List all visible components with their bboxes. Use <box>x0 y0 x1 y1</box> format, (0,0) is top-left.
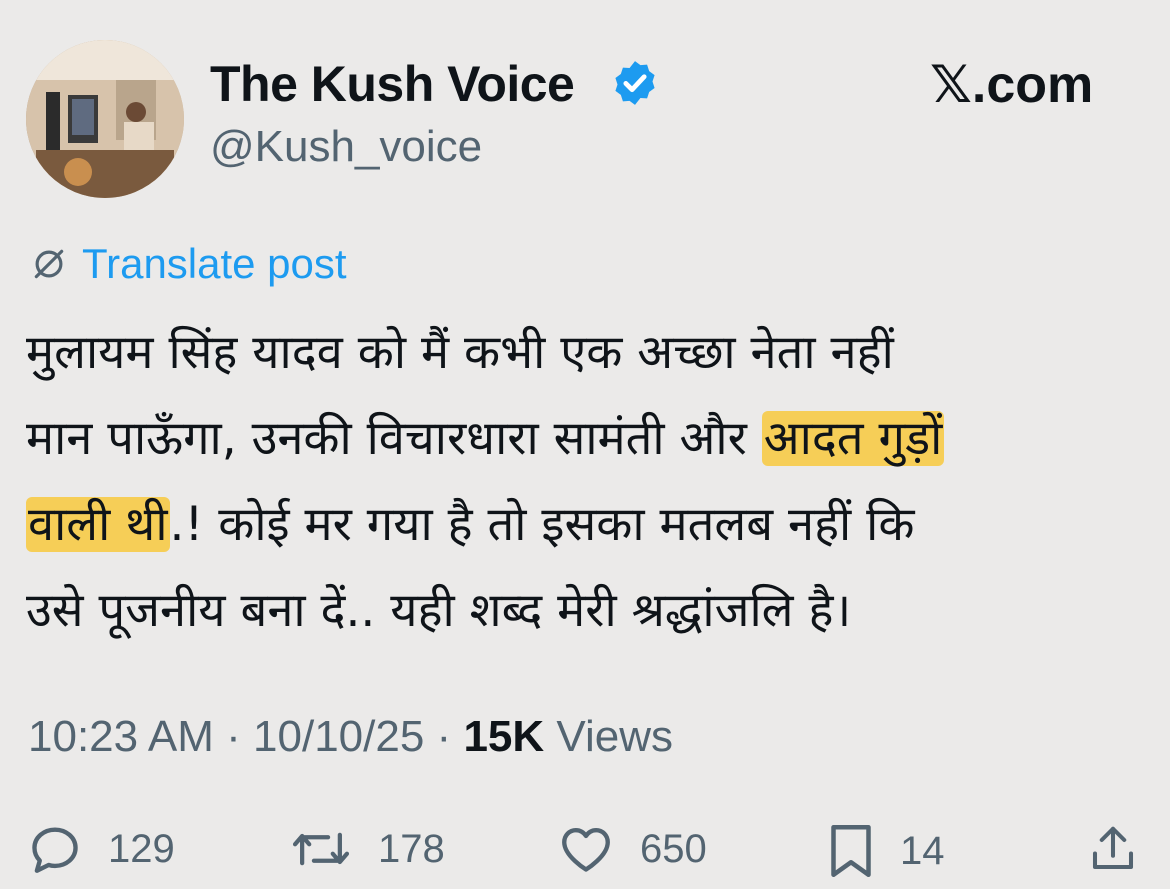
translate-post-link[interactable]: Translate post <box>30 240 347 288</box>
post-line: उसे पूजनीय बना दें.. यही शब्द मेरी श्रद्… <box>26 583 852 638</box>
repost-icon <box>292 832 350 866</box>
verified-badge-icon <box>615 61 655 105</box>
highlighted-text: आदत गुड़ों <box>761 411 945 466</box>
globe-icon <box>34 249 64 279</box>
heart-icon <box>562 827 610 872</box>
post-line: मुलायम सिंह यादव को मैं कभी एक अच्छा नेत… <box>26 325 894 380</box>
bookmark-button[interactable]: 14 <box>826 820 945 882</box>
post-time[interactable]: 10:23 AM <box>28 712 214 761</box>
x-logo-icon: 𝕏 <box>930 55 972 115</box>
reply-button[interactable]: 129 <box>26 820 175 878</box>
reply-count: 129 <box>108 826 175 871</box>
views-count: 15K <box>463 712 545 761</box>
post-meta: 10:23 AM · 10/10/25 · 15K Views <box>28 712 673 762</box>
post-line: वाली थी.! कोई मर गया है तो इसका मतलब नही… <box>26 497 915 552</box>
bookmark-icon <box>831 825 871 877</box>
post-line: मान पाऊँगा, उनकी विचारधारा सामंती और आदत… <box>26 411 945 466</box>
bookmark-count: 14 <box>900 828 945 873</box>
translate-label: Translate post <box>82 240 347 287</box>
share-button[interactable] <box>1086 820 1164 878</box>
post-text: मुलायम सिंह यादव को मैं कभी एक अच्छा नेत… <box>26 310 1156 654</box>
post-date[interactable]: 10/10/25 <box>253 712 424 761</box>
like-count: 650 <box>640 826 707 871</box>
user-handle[interactable]: @Kush_voice <box>210 122 482 172</box>
action-bar: 129 178 650 14 <box>26 820 1146 880</box>
reply-icon <box>32 827 78 873</box>
separator: · <box>226 712 241 761</box>
separator: · <box>436 712 452 761</box>
views-label: Views <box>556 712 673 761</box>
site-badge: 𝕏.com <box>930 55 1094 115</box>
repost-button[interactable]: 178 <box>288 820 445 878</box>
like-button[interactable]: 650 <box>556 820 707 878</box>
avatar[interactable] <box>26 40 184 198</box>
display-name[interactable]: The Kush Voice <box>210 55 575 113</box>
repost-count: 178 <box>378 826 445 871</box>
highlighted-text: वाली थी <box>26 497 170 552</box>
share-icon <box>1092 826 1134 870</box>
